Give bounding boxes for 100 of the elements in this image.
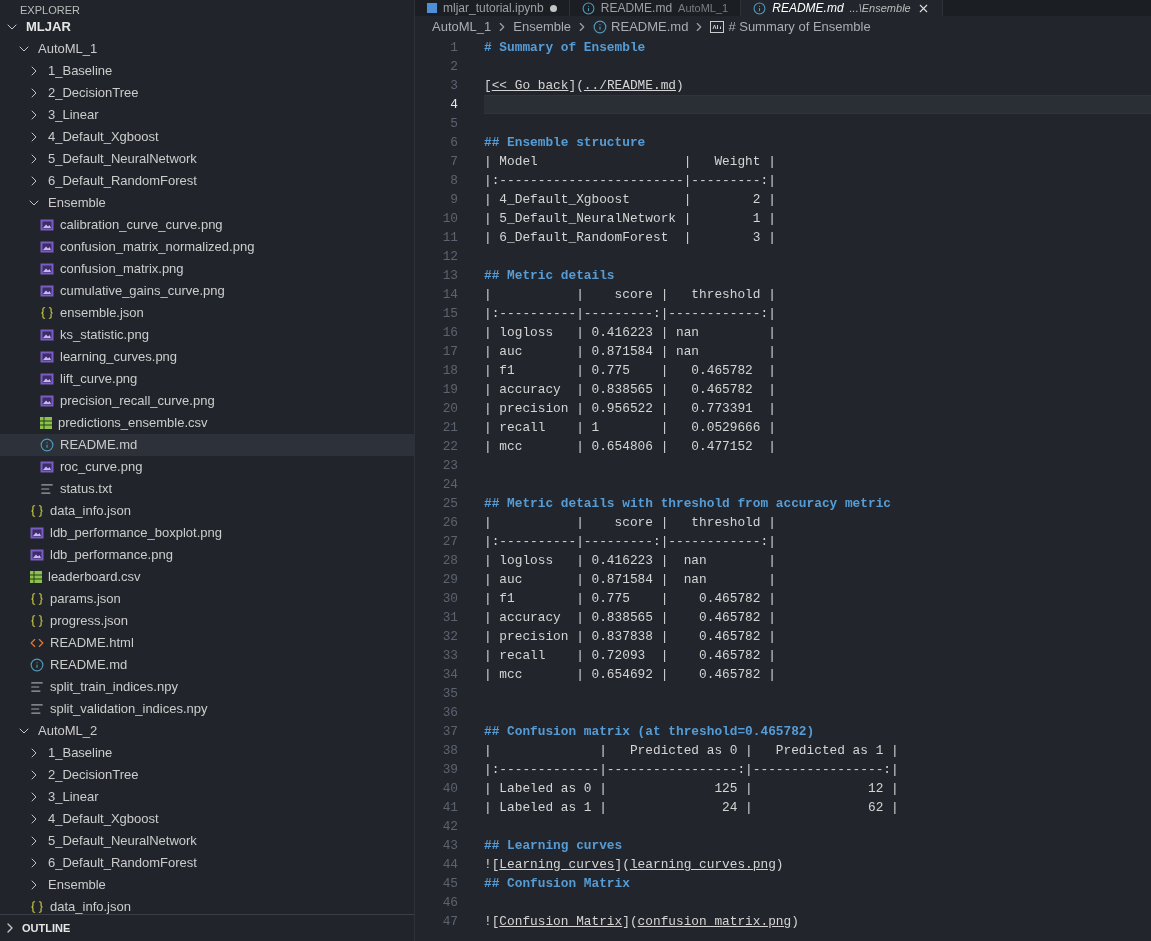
file-item[interactable]: README.html bbox=[0, 632, 414, 654]
braces-file-icon bbox=[30, 504, 44, 518]
file-item[interactable]: ldb_performance_boxplot.png bbox=[0, 522, 414, 544]
code-line: | f1 | 0.775 | 0.465782 | bbox=[484, 589, 776, 608]
code-line: | | score | threshold | bbox=[484, 513, 776, 532]
file-item[interactable]: learning_curves.png bbox=[0, 346, 414, 368]
file-item[interactable]: progress.json bbox=[0, 610, 414, 632]
folder-item[interactable]: 3_Linear bbox=[0, 786, 414, 808]
code-line: | precision | 0.956522 | 0.773391 | bbox=[484, 399, 776, 418]
editor-tab[interactable]: README.md ...\Ensemble bbox=[741, 0, 943, 16]
code-line: | recall | 1 | 0.0529666 | bbox=[484, 418, 776, 437]
code-line: | 4_Default_Xgboost | 2 | bbox=[484, 190, 776, 209]
breadcrumb-item[interactable]: README.md bbox=[611, 17, 689, 37]
file-item[interactable]: ks_statistic.png bbox=[0, 324, 414, 346]
folder-item[interactable]: MLJAR bbox=[0, 16, 414, 38]
file-item[interactable]: data_info.json bbox=[0, 500, 414, 522]
line-number: 42 bbox=[441, 817, 458, 836]
file-item[interactable]: roc_curve.png bbox=[0, 456, 414, 478]
code-line: | logloss | 0.416223 | nan | bbox=[484, 323, 776, 342]
folder-item[interactable]: 4_Default_Xgboost bbox=[0, 808, 414, 830]
folder-item[interactable]: 5_Default_NeuralNetwork bbox=[0, 830, 414, 852]
line-number: 26 bbox=[441, 513, 458, 532]
line-number: 23 bbox=[441, 456, 458, 475]
braces-file-icon bbox=[40, 306, 54, 320]
line-number: 22 bbox=[441, 437, 458, 456]
code-line: | precision | 0.837838 | 0.465782 | bbox=[484, 627, 776, 646]
file-item[interactable]: precision_recall_curve.png bbox=[0, 390, 414, 412]
line-number: 34 bbox=[441, 665, 458, 684]
file-item[interactable]: calibration_curve_curve.png bbox=[0, 214, 414, 236]
folder-item[interactable]: 6_Default_RandomForest bbox=[0, 170, 414, 192]
line-number: 13 bbox=[441, 266, 458, 285]
folder-item[interactable]: 2_DecisionTree bbox=[0, 82, 414, 104]
line-number: 43 bbox=[441, 836, 458, 855]
code-line: | mcc | 0.654692 | 0.465782 | bbox=[484, 665, 776, 684]
file-item[interactable]: split_validation_indices.npy bbox=[0, 698, 414, 720]
image-file-icon bbox=[40, 373, 54, 385]
code-line: | | score | threshold | bbox=[484, 285, 776, 304]
file-item[interactable]: README.md bbox=[0, 654, 414, 676]
code-line: | Labeled as 1 | 24 | 62 | bbox=[484, 798, 899, 817]
file-item[interactable]: README.md bbox=[0, 434, 414, 456]
breadcrumb-item[interactable]: # Summary of Ensemble bbox=[728, 17, 871, 37]
folder-item[interactable]: 5_Default_NeuralNetwork bbox=[0, 148, 414, 170]
info-icon bbox=[593, 20, 608, 34]
folder-item[interactable]: 6_Default_RandomForest bbox=[0, 852, 414, 874]
line-number: 2 bbox=[449, 57, 458, 76]
file-item[interactable]: split_train_indices.npy bbox=[0, 676, 414, 698]
line-number: 38 bbox=[441, 741, 458, 760]
info-file-icon bbox=[30, 658, 44, 672]
notebook-icon bbox=[427, 3, 437, 13]
line-number: 14 bbox=[441, 285, 458, 304]
file-item[interactable]: status.txt bbox=[0, 478, 414, 500]
file-item[interactable]: ldb_performance.png bbox=[0, 544, 414, 566]
text-file-icon bbox=[30, 680, 44, 694]
image-file-icon bbox=[40, 241, 54, 253]
line-number: 37 bbox=[441, 722, 458, 741]
line-number: 20 bbox=[441, 399, 458, 418]
line-number: 32 bbox=[441, 627, 458, 646]
folder-item[interactable]: AutoML_1 bbox=[0, 38, 414, 60]
code-file-icon bbox=[30, 636, 44, 650]
file-item[interactable]: lift_curve.png bbox=[0, 368, 414, 390]
markdown-heading: ## Metric details with threshold from accuracy metric bbox=[484, 494, 891, 513]
code-line: | accuracy | 0.838565 | 0.465782 | bbox=[484, 380, 776, 399]
file-item[interactable]: leaderboard.csv bbox=[0, 566, 414, 588]
file-item[interactable]: data_info.json bbox=[0, 896, 414, 914]
folder-item[interactable]: 4_Default_Xgboost bbox=[0, 126, 414, 148]
folder-item[interactable]: AutoML_2 bbox=[0, 720, 414, 742]
line-number: 27 bbox=[441, 532, 458, 551]
file-item[interactable]: confusion_matrix_normalized.png bbox=[0, 236, 414, 258]
code-line: | auc | 0.871584 | nan | bbox=[484, 342, 776, 361]
folder-item[interactable]: 2_DecisionTree bbox=[0, 764, 414, 786]
text-file-icon bbox=[30, 702, 44, 716]
spreadsheet-file-icon bbox=[30, 571, 42, 583]
image-file-icon bbox=[40, 351, 54, 363]
line-number: 10 bbox=[441, 209, 458, 228]
folder-item[interactable]: Ensemble bbox=[0, 874, 414, 896]
breadcrumb-item[interactable]: AutoML_1 bbox=[432, 17, 492, 37]
folder-item[interactable]: Ensemble bbox=[0, 192, 414, 214]
line-number: 3 bbox=[449, 76, 458, 95]
code-line: ![Confusion Matrix](confusion_matrix.png) bbox=[484, 912, 799, 931]
code-line: |:----------|---------:|------------:| bbox=[484, 304, 776, 323]
file-item[interactable]: cumulative_gains_curve.png bbox=[0, 280, 414, 302]
file-item[interactable]: confusion_matrix.png bbox=[0, 258, 414, 280]
line-number: 31 bbox=[441, 608, 458, 627]
markdown-heading: ## Ensemble structure bbox=[484, 133, 646, 152]
file-item[interactable]: params.json bbox=[0, 588, 414, 610]
markdown-heading: # Summary of Ensemble bbox=[484, 38, 646, 57]
breadcrumb-item[interactable]: Ensemble bbox=[513, 17, 572, 37]
line-number: 19 bbox=[441, 380, 458, 399]
image-file-icon bbox=[40, 219, 54, 231]
folder-item[interactable]: 1_Baseline bbox=[0, 60, 414, 82]
code-line: | recall | 0.72093 | 0.465782 | bbox=[484, 646, 776, 665]
code-line: ![Learning curves](learning_curves.png) bbox=[484, 855, 784, 874]
line-number: 7 bbox=[449, 152, 458, 171]
folder-item[interactable]: 3_Linear bbox=[0, 104, 414, 126]
folder-item[interactable]: 1_Baseline bbox=[0, 742, 414, 764]
file-item[interactable]: predictions_ensemble.csv bbox=[0, 412, 414, 434]
file-item[interactable]: ensemble.json bbox=[0, 302, 414, 324]
line-number: 35 bbox=[441, 684, 458, 703]
line-number: 1 bbox=[449, 38, 458, 57]
code-line: |:------------------------|---------:| bbox=[484, 171, 776, 190]
